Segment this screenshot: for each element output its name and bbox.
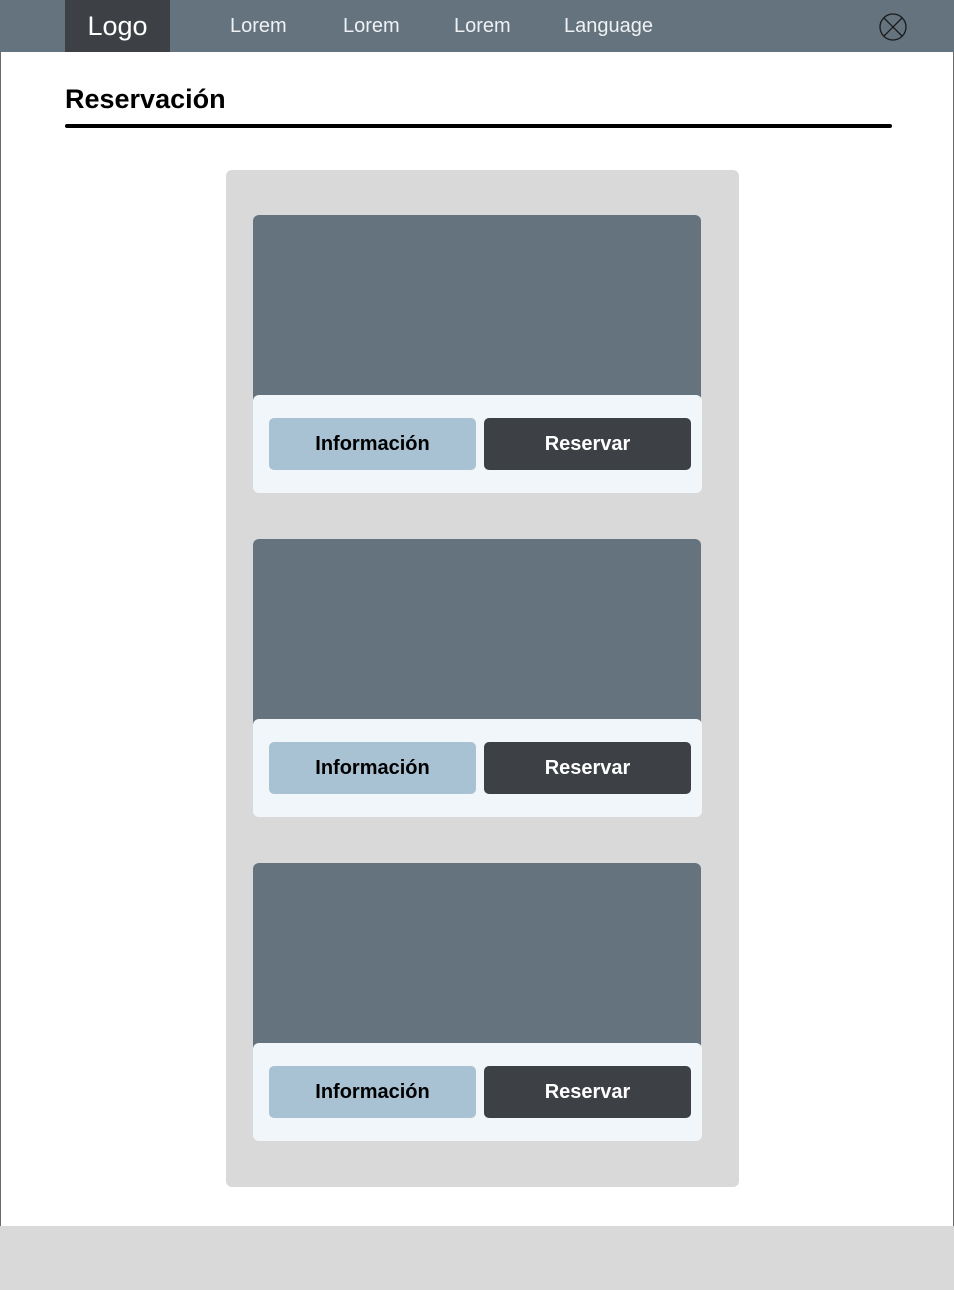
card-image-placeholder bbox=[253, 539, 701, 729]
info-button[interactable]: Información bbox=[269, 1066, 476, 1118]
circle-x-icon bbox=[879, 13, 907, 41]
card-actions: Información Reservar bbox=[253, 719, 702, 817]
nav-link-lorem-3[interactable]: Lorem bbox=[454, 0, 511, 52]
footer bbox=[0, 1226, 954, 1290]
reservation-card: Información Reservar bbox=[253, 863, 702, 1141]
logo[interactable]: Logo bbox=[65, 0, 170, 52]
nav-link-lorem-1[interactable]: Lorem bbox=[230, 0, 287, 52]
top-navigation-bar: Logo Lorem Lorem Lorem Language bbox=[0, 0, 954, 52]
nav-link-lorem-2[interactable]: Lorem bbox=[343, 0, 400, 52]
info-button[interactable]: Información bbox=[269, 742, 476, 794]
nav-link-language[interactable]: Language bbox=[564, 0, 653, 52]
title-underline bbox=[65, 124, 892, 128]
reservation-card: Información Reservar bbox=[253, 539, 702, 817]
reserve-button[interactable]: Reservar bbox=[484, 418, 691, 470]
info-button[interactable]: Información bbox=[269, 418, 476, 470]
close-button[interactable] bbox=[878, 12, 908, 42]
reserve-button[interactable]: Reservar bbox=[484, 1066, 691, 1118]
reserve-button[interactable]: Reservar bbox=[484, 742, 691, 794]
card-actions: Información Reservar bbox=[253, 395, 702, 493]
card-image-placeholder bbox=[253, 863, 701, 1053]
card-image-placeholder bbox=[253, 215, 701, 405]
reservation-card: Información Reservar bbox=[253, 215, 702, 493]
card-actions: Información Reservar bbox=[253, 1043, 702, 1141]
page-title: Reservación bbox=[65, 84, 226, 114]
reservation-panel: Información Reservar Información Reserva… bbox=[226, 170, 739, 1187]
